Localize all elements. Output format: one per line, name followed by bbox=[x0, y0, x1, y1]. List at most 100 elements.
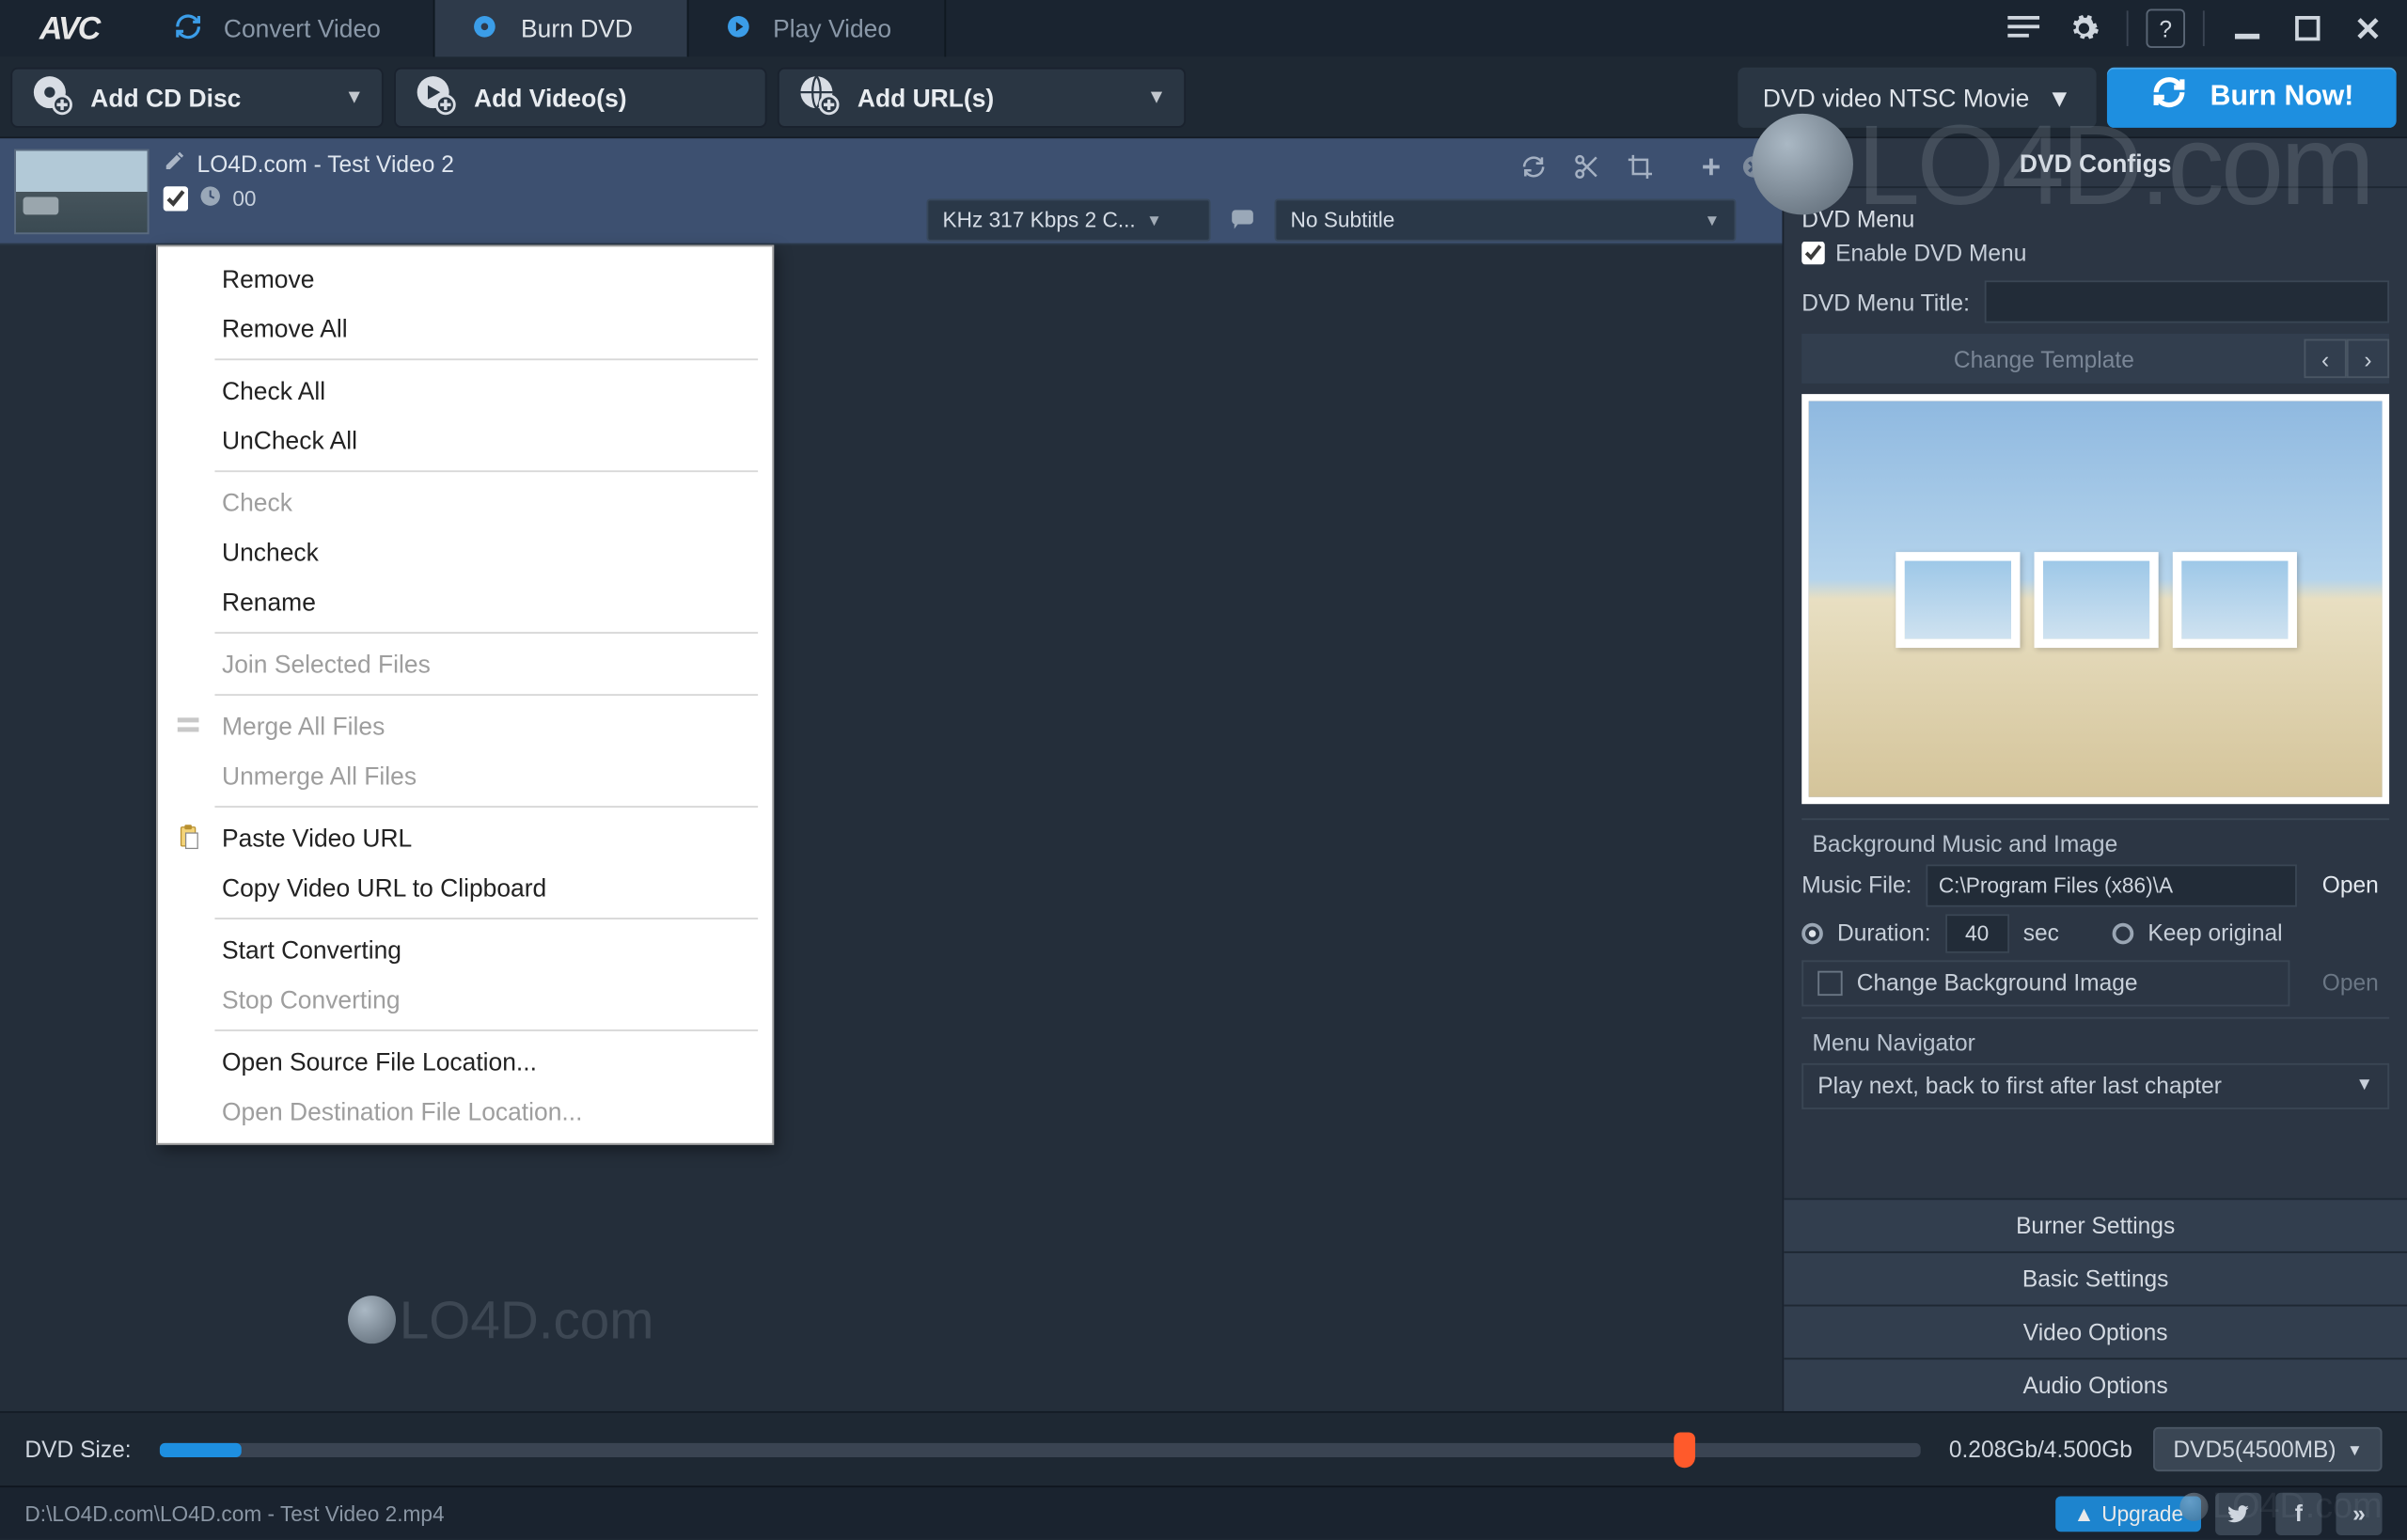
context-menu-item: Unmerge All Files bbox=[162, 751, 769, 801]
bg-open-button[interactable]: Open bbox=[2311, 969, 2389, 996]
burn-now-button[interactable]: Burn Now! bbox=[2107, 67, 2396, 127]
duration-input[interactable] bbox=[1945, 914, 2009, 953]
menu-title-input[interactable] bbox=[1984, 280, 2389, 322]
video-title: LO4D.com - Test Video 2 bbox=[197, 150, 454, 177]
context-menu-item[interactable]: Uncheck bbox=[162, 527, 769, 577]
twitter-button[interactable] bbox=[2215, 1492, 2261, 1534]
scissors-icon[interactable] bbox=[1573, 152, 1601, 190]
context-menu: Remove Remove All Check AllUnCheck All Chec… bbox=[156, 245, 774, 1145]
app-logo: AVC bbox=[0, 0, 138, 56]
tab-play-video[interactable]: Play Video bbox=[688, 0, 947, 56]
context-menu-item: Join Selected Files bbox=[162, 639, 769, 689]
menu-item-label: Copy Video URL to Clipboard bbox=[222, 873, 546, 902]
disc-type-select[interactable]: DVD5(4500MB)▼ bbox=[2154, 1427, 2383, 1471]
accordion-video-options[interactable]: Video Options bbox=[1784, 1305, 2407, 1359]
menu-item-label: Paste Video URL bbox=[222, 824, 412, 852]
sec-label: sec bbox=[2023, 919, 2059, 946]
change-bg-checkbox[interactable] bbox=[1817, 970, 1842, 995]
button-label: Burn Now! bbox=[2210, 81, 2354, 113]
paste-icon bbox=[172, 822, 204, 854]
dvd-size-label: DVD Size: bbox=[24, 1436, 131, 1462]
context-menu-item: Open Destination File Location... bbox=[162, 1086, 769, 1136]
change-template-button[interactable]: Change Template bbox=[1801, 345, 2286, 371]
dvd-size-fill bbox=[160, 1442, 241, 1456]
menu-item-label: Rename bbox=[222, 588, 316, 616]
video-item-options: KHz 317 Kbps 2 C...▼ No Subtitle▼ bbox=[181, 198, 1765, 241]
context-menu-item[interactable]: Start Converting bbox=[162, 925, 769, 975]
context-menu-item[interactable]: Open Source File Location... bbox=[162, 1037, 769, 1087]
context-menu-item[interactable]: Remove All bbox=[162, 304, 769, 354]
menu-item-label: Remove bbox=[222, 264, 314, 292]
crop-icon[interactable] bbox=[1626, 152, 1654, 190]
navigator-select[interactable]: Play next, back to first after last chap… bbox=[1801, 1062, 2389, 1108]
subtitle-select[interactable]: No Subtitle▼ bbox=[1275, 198, 1737, 241]
tab-label: Play Video bbox=[773, 14, 891, 42]
tab-burn-dvd[interactable]: Burn DVD bbox=[435, 0, 687, 56]
context-menu-item[interactable]: Check All bbox=[162, 366, 769, 416]
refresh-icon[interactable] bbox=[1519, 152, 1548, 190]
watermark: LO4D.com bbox=[348, 1292, 653, 1352]
context-menu-item: Stop Converting bbox=[162, 974, 769, 1024]
context-menu-item[interactable]: Rename bbox=[162, 577, 769, 627]
template-prev-button[interactable]: ‹ bbox=[2304, 339, 2346, 379]
add-cd-disc-button[interactable]: Add CD Disc ▼ bbox=[10, 67, 383, 127]
template-next-button[interactable]: › bbox=[2347, 339, 2389, 379]
file-list-pane: LO4D.com - Test Video 2 00 bbox=[0, 138, 1782, 1411]
context-menu-item: Check bbox=[162, 478, 769, 527]
tab-label: Convert Video bbox=[224, 14, 381, 42]
subtitle-icon bbox=[1228, 203, 1256, 237]
accordion-burner-settings[interactable]: Burner Settings bbox=[1784, 1198, 2407, 1251]
change-bg-image-field[interactable]: Change Background Image bbox=[1801, 960, 2290, 1006]
play-icon bbox=[723, 11, 751, 45]
dvd-size-track[interactable] bbox=[160, 1442, 1921, 1456]
context-menu-item[interactable]: UnCheck All bbox=[162, 416, 769, 465]
help-button[interactable]: ? bbox=[2146, 8, 2185, 48]
navigator-value: Play next, back to first after last chap… bbox=[1817, 1073, 2222, 1099]
context-menu-item[interactable]: Remove bbox=[162, 254, 769, 304]
add-urls-button[interactable]: Add URL(s) ▼ bbox=[778, 67, 1186, 127]
music-file-input[interactable] bbox=[1927, 864, 2298, 906]
dvd-menu-label: DVD Menu bbox=[1801, 206, 2389, 232]
context-menu-item[interactable]: Paste Video URL bbox=[162, 813, 769, 863]
close-button[interactable] bbox=[2343, 4, 2393, 54]
duration-radio[interactable] bbox=[1801, 922, 1823, 944]
facebook-button[interactable]: f bbox=[2275, 1492, 2321, 1534]
chevron-down-icon: ▼ bbox=[1147, 86, 1167, 108]
toolbar: Add CD Disc ▼ Add Video(s) Add URL(s) ▼ … bbox=[0, 56, 2407, 138]
top-tabs: Convert Video Burn DVD Play Video bbox=[138, 0, 1984, 56]
chevron-down-icon: ▼ bbox=[2047, 83, 2071, 111]
disc-add-icon bbox=[30, 72, 72, 120]
tab-convert-video[interactable]: Convert Video bbox=[138, 0, 435, 56]
pencil-icon[interactable] bbox=[164, 149, 187, 178]
maximize-button[interactable] bbox=[2283, 4, 2333, 54]
accordion-audio-options[interactable]: Audio Options bbox=[1784, 1358, 2407, 1411]
gear-icon[interactable] bbox=[2059, 4, 2109, 54]
bg-section-title: Background Music and Image bbox=[1801, 830, 2389, 856]
minimize-button[interactable] bbox=[2223, 4, 2273, 54]
navigator-label: Menu Navigator bbox=[1801, 1029, 2389, 1055]
disc-type-label: DVD5(4500MB) bbox=[2173, 1436, 2336, 1462]
merge-icon bbox=[172, 710, 204, 742]
dvd-size-readout: 0.208Gb/4.500Gb bbox=[1949, 1436, 2132, 1462]
accordion-basic-settings[interactable]: Basic Settings bbox=[1784, 1251, 2407, 1305]
titlebar-controls: ? bbox=[1985, 0, 2407, 56]
video-add-icon bbox=[414, 72, 456, 120]
music-open-button[interactable]: Open bbox=[2311, 872, 2389, 898]
more-button[interactable]: » bbox=[2336, 1492, 2382, 1534]
enable-dvd-menu-checkbox[interactable]: Enable DVD Menu bbox=[1801, 240, 2389, 266]
upgrade-button[interactable]: ▲ Upgrade bbox=[2055, 1496, 2201, 1532]
settings-accordion: Burner Settings Basic Settings Video Opt… bbox=[1784, 1198, 2407, 1411]
keep-original-radio[interactable] bbox=[2113, 922, 2134, 944]
plus-icon[interactable] bbox=[1697, 152, 1725, 190]
dvd-size-marker[interactable] bbox=[1674, 1432, 1695, 1468]
close-icon[interactable] bbox=[1739, 152, 1768, 190]
checkbox-label: Enable DVD Menu bbox=[1835, 240, 2026, 266]
change-bg-label: Change Background Image bbox=[1857, 969, 2138, 996]
output-profile-select[interactable]: DVD video NTSC Movie ▼ bbox=[1738, 67, 2096, 127]
audio-track-select[interactable]: KHz 317 Kbps 2 C...▼ bbox=[926, 198, 1210, 241]
context-menu-item[interactable]: Copy Video URL to Clipboard bbox=[162, 863, 769, 913]
tab-label: Burn DVD bbox=[521, 14, 633, 42]
add-videos-button[interactable]: Add Video(s) bbox=[394, 67, 766, 127]
menu-icon[interactable] bbox=[1999, 4, 2049, 54]
upgrade-label: Upgrade bbox=[2101, 1501, 2183, 1525]
